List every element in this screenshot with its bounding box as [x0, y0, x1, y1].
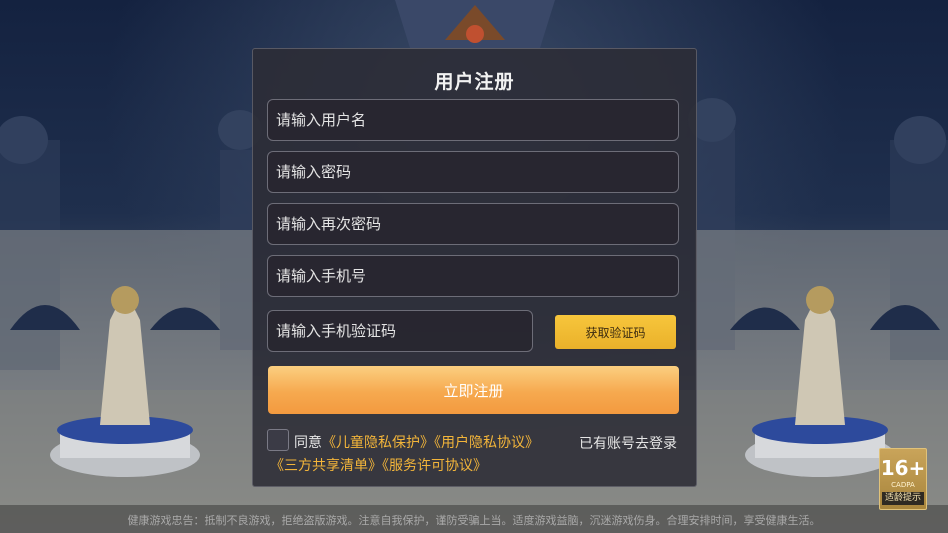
agree-checkbox[interactable] [267, 429, 289, 451]
agree-label: 同意 [294, 435, 322, 451]
third-party-list-link[interactable]: 《三方共享清单》 [270, 458, 382, 474]
age-rating-org: CADPA [891, 481, 915, 489]
age-rating-badge: 16+ CADPA 适龄提示 [879, 448, 927, 510]
agreement-line-2: 《三方共享清单》《服务许可协议》 [270, 455, 487, 475]
password-confirm-input[interactable] [267, 203, 679, 245]
service-agreement-link[interactable]: 《服务许可协议》 [382, 458, 487, 474]
password-input[interactable] [267, 151, 679, 193]
verification-code-input[interactable] [267, 310, 533, 352]
modal-title: 用户注册 [434, 71, 515, 93]
login-link[interactable]: 已有账号去登录 [579, 433, 677, 453]
register-button[interactable]: 立即注册 [268, 366, 679, 414]
agreement-line: 同意《儿童隐私保护》《用户隐私协议》 [294, 432, 539, 452]
get-code-button[interactable]: 获取验证码 [555, 315, 676, 349]
register-modal: 用户注册 获取验证码 立即注册 同意《儿童隐私保护》《用户隐私协议》 已有账号去… [252, 48, 697, 487]
user-privacy-link[interactable]: 《用户隐私协议》 [434, 435, 539, 451]
child-privacy-link[interactable]: 《儿童隐私保护》 [322, 435, 434, 451]
username-input[interactable] [267, 99, 679, 141]
phone-input[interactable] [267, 255, 679, 297]
health-notice: 健康游戏忠告：抵制不良游戏，拒绝盗版游戏。注意自我保护，谨防受骗上当。适度游戏益… [127, 514, 821, 527]
age-rating-label: 适龄提示 [882, 492, 924, 505]
age-rating-number: 16+ [880, 456, 926, 480]
